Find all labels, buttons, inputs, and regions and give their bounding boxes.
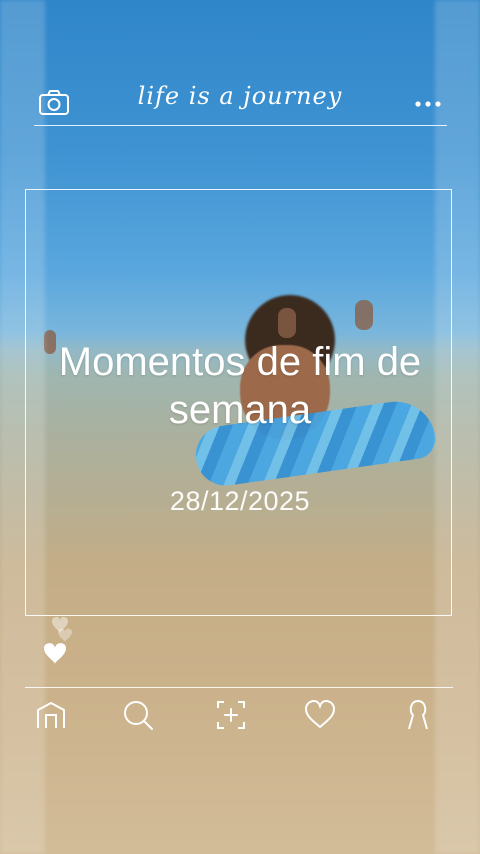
like-button[interactable]: [38, 612, 82, 668]
heart-icon[interactable]: [303, 698, 337, 732]
search-icon[interactable]: [121, 698, 155, 732]
app-title: life is a journey: [137, 82, 343, 110]
top-bar: life is a journey: [0, 70, 480, 126]
post-title: Momentos de fim de semana: [58, 340, 422, 432]
post-date: 28/12/2025: [169, 486, 311, 516]
top-divider: [34, 125, 447, 126]
heart-icon: [44, 643, 66, 664]
more-options-icon[interactable]: [414, 96, 442, 107]
bottom-divider: [25, 687, 453, 688]
bottom-nav: [0, 698, 480, 738]
add-photo-icon[interactable]: [214, 698, 248, 732]
profile-icon[interactable]: [401, 698, 435, 732]
home-icon[interactable]: [34, 698, 68, 732]
